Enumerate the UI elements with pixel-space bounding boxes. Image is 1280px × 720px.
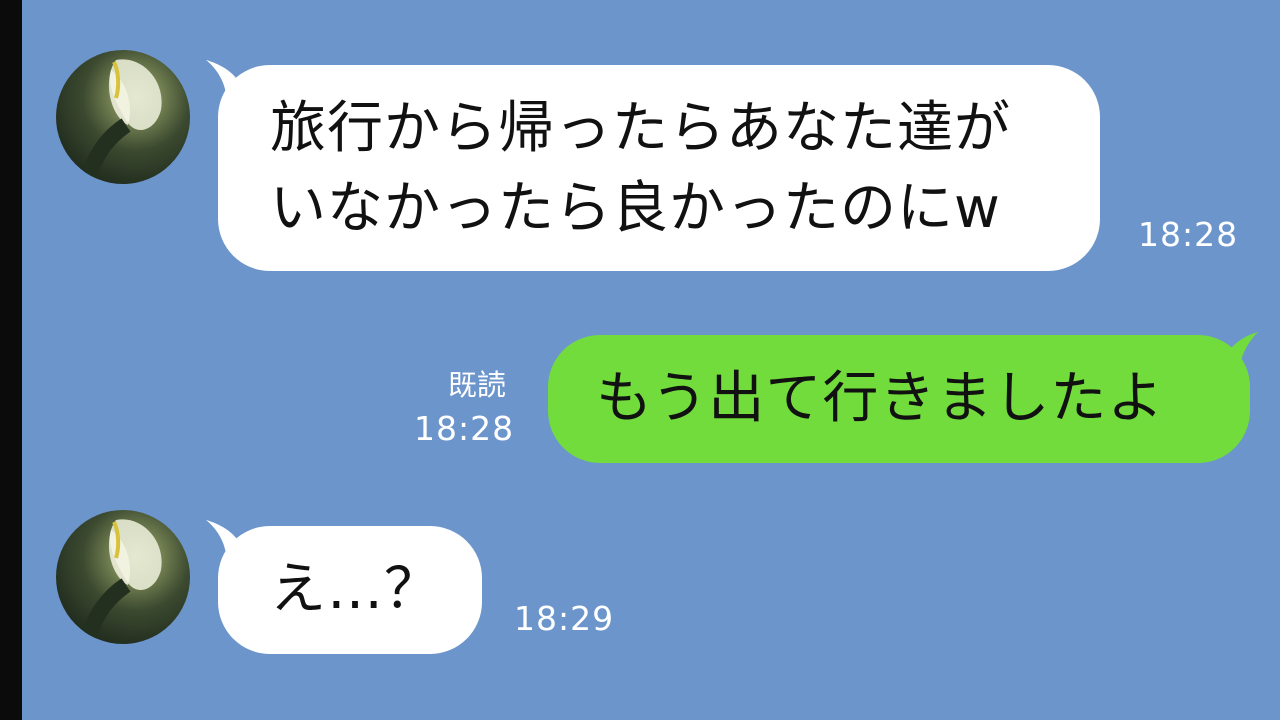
contact-avatar[interactable] bbox=[56, 50, 190, 184]
message-line: いなかったら良かったのにw bbox=[270, 176, 1001, 241]
message-timestamp: 18:29 bbox=[514, 599, 615, 638]
message-line: もう出て行きましたよ bbox=[596, 366, 1165, 431]
message-line: え…？ bbox=[270, 557, 441, 622]
message-timestamp: 18:28 bbox=[414, 409, 515, 448]
incoming-message-bubble[interactable]: 旅行から帰ったらあなた達が いなかったら良かったのにw bbox=[218, 65, 1100, 271]
message-timestamp: 18:28 bbox=[1138, 215, 1239, 254]
message-line: 旅行から帰ったらあなた達が bbox=[270, 96, 1011, 161]
flower-icon bbox=[78, 519, 162, 644]
read-receipt: 既読 bbox=[448, 368, 507, 402]
device-frame-edge bbox=[0, 0, 22, 720]
contact-avatar[interactable] bbox=[56, 510, 190, 644]
flower-icon bbox=[78, 59, 162, 184]
outgoing-message-bubble[interactable]: もう出て行きましたよ bbox=[548, 335, 1250, 463]
incoming-message-bubble[interactable]: え…？ bbox=[218, 526, 482, 654]
